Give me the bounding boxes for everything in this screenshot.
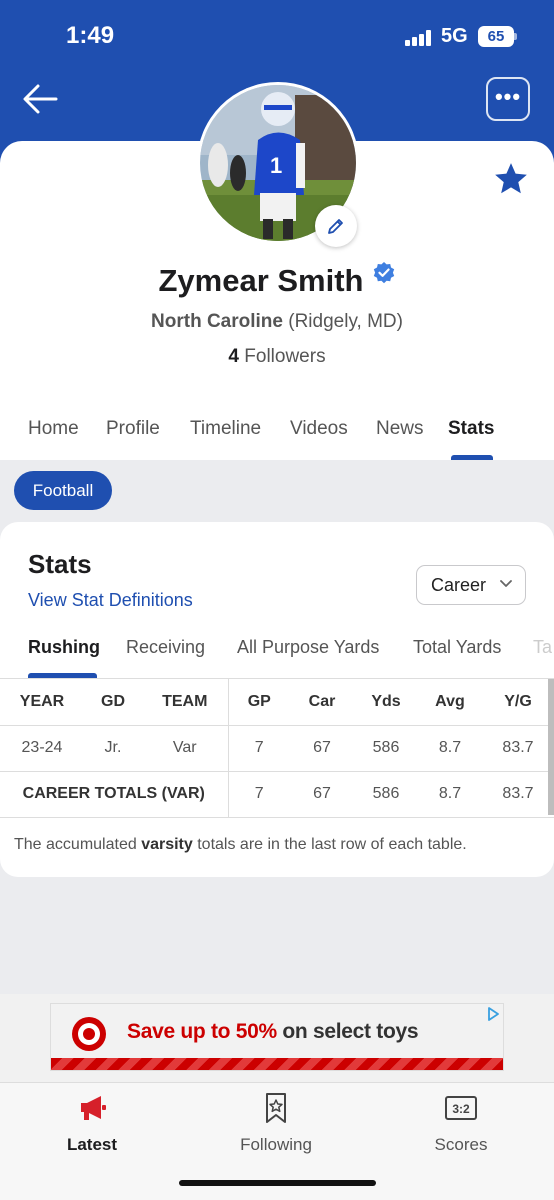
megaphone-icon — [81, 1096, 106, 1120]
battery-icon: 65 — [478, 26, 514, 47]
table-cell: 8.7 — [418, 771, 482, 818]
signal-icon — [405, 30, 433, 46]
ad-text-rest: on select toys — [282, 1020, 419, 1043]
stats-card: Stats View Stat Definitions Career Rushi… — [0, 522, 554, 877]
followers-count: 4 — [228, 346, 239, 367]
career-totals-label: CAREER TOTALS (VAR) — [0, 771, 229, 818]
nav-following-label: Following — [240, 1135, 312, 1154]
sport-filter-button[interactable]: Football — [14, 471, 112, 510]
rushing-stats-table: YEAR GD TEAM GP Car Yds Avg Y/G 23-24 Jr… — [0, 679, 554, 818]
table-cell: 586 — [354, 725, 418, 772]
ellipsis-icon: ••• — [494, 84, 522, 109]
note-suffix: totals are in the last row of each table… — [197, 836, 467, 853]
profile-tabs: Home Profile Timeline Videos News Stats — [0, 414, 554, 460]
subtab-all-purpose-yards[interactable]: All Purpose Yards — [237, 637, 379, 658]
note-bold: varsity — [141, 836, 193, 853]
stats-footnote: The accumulated varsity totals are in th… — [14, 836, 467, 854]
table-cell: 23-24 — [0, 725, 84, 772]
table-cell: Jr. — [84, 725, 142, 772]
bookmark-star-icon — [266, 1093, 286, 1123]
status-time: 1:49 — [66, 22, 115, 49]
stats-title: Stats — [28, 549, 92, 579]
column-header[interactable]: Car — [290, 679, 354, 726]
tab-home[interactable]: Home — [28, 418, 79, 440]
table-cell: 8.7 — [418, 725, 482, 772]
table-scroll-edge[interactable] — [548, 679, 554, 815]
career-totals-row: CAREER TOTALS (VAR) 7 67 586 8.7 83.7 — [0, 771, 554, 818]
school-line: North Caroline (Ridgely, MD) — [0, 311, 554, 333]
column-header[interactable]: GP — [228, 679, 290, 726]
column-header[interactable]: Yds — [354, 679, 418, 726]
nav-latest[interactable]: Latest — [22, 1091, 162, 1155]
nav-following[interactable]: Following — [206, 1091, 346, 1155]
active-tab-indicator — [451, 455, 493, 460]
status-bar: 1:49 5G 65 — [0, 0, 554, 70]
tab-timeline[interactable]: Timeline — [190, 418, 261, 440]
table-cell: 67 — [290, 725, 354, 772]
table-cell: 586 — [354, 771, 418, 818]
nav-scores-label: Scores — [434, 1135, 488, 1154]
home-indicator[interactable] — [179, 1180, 376, 1186]
school-name[interactable]: North Caroline — [151, 311, 283, 332]
table-cell: 67 — [290, 771, 354, 818]
column-header[interactable]: GD — [84, 679, 142, 726]
favorite-button[interactable] — [492, 160, 530, 198]
tab-profile[interactable]: Profile — [106, 418, 160, 440]
table-cell: 83.7 — [482, 725, 554, 772]
column-header[interactable]: YEAR — [0, 679, 84, 726]
ad-stripe — [51, 1058, 503, 1070]
subtab-receiving[interactable]: Receiving — [126, 637, 205, 658]
table-cell: 83.7 — [482, 771, 554, 818]
target-logo-icon — [72, 1017, 106, 1051]
player-name-row: Zymear Smith — [0, 262, 554, 299]
tab-news[interactable]: News — [376, 418, 424, 440]
table-row: 23-24 Jr. Var 7 67 586 8.7 83.7 — [0, 725, 554, 772]
table-header-row: YEAR GD TEAM GP Car Yds Avg Y/G — [0, 679, 554, 726]
followers-line[interactable]: 4 Followers — [0, 346, 554, 368]
table-cell: Var — [142, 725, 229, 772]
nav-latest-label: Latest — [66, 1135, 118, 1154]
subtab-truncated[interactable]: Ta — [533, 637, 552, 658]
back-button[interactable] — [20, 80, 60, 118]
battery-tip — [514, 33, 517, 40]
column-header[interactable]: TEAM — [142, 679, 229, 726]
note-prefix: The accumulated — [14, 836, 137, 853]
svg-text:3:2: 3:2 — [452, 1102, 470, 1116]
svg-text:1: 1 — [270, 153, 282, 178]
chevron-down-icon — [500, 580, 512, 587]
arrow-left-icon — [23, 84, 58, 114]
ad-banner[interactable]: Save up to 50% on select toys — [50, 1003, 504, 1071]
scoreboard-icon: 3:2 — [445, 1096, 477, 1120]
view-stat-definitions-link[interactable]: View Stat Definitions — [28, 590, 193, 611]
pencil-icon — [328, 219, 343, 234]
column-header[interactable]: Avg — [418, 679, 482, 726]
more-options-button[interactable]: ••• — [486, 77, 530, 121]
column-header[interactable]: Y/G — [482, 679, 554, 726]
player-name: Zymear Smith — [158, 263, 364, 298]
edit-photo-button[interactable] — [315, 205, 357, 247]
period-select[interactable]: Career — [416, 565, 526, 605]
table-cell: 7 — [228, 771, 290, 818]
period-select-value: Career — [431, 575, 487, 595]
tab-videos[interactable]: Videos — [290, 418, 348, 440]
nav-scores[interactable]: 3:2 Scores — [391, 1091, 531, 1155]
tab-stats[interactable]: Stats — [448, 418, 494, 440]
stat-category-tabs: Rushing Receiving All Purpose Yards Tota… — [0, 634, 554, 679]
table-cell: 7 — [228, 725, 290, 772]
star-icon — [495, 163, 527, 194]
school-location: (Ridgely, MD) — [288, 311, 403, 332]
subtab-rushing[interactable]: Rushing — [28, 637, 100, 658]
ad-choices-icon[interactable] — [485, 1006, 501, 1022]
network-type: 5G — [441, 25, 468, 47]
followers-label: Followers — [244, 346, 326, 367]
ad-text-highlight: Save up to 50% — [127, 1020, 277, 1043]
subtab-total-yards[interactable]: Total Yards — [413, 637, 501, 658]
ad-text: Save up to 50% on select toys — [127, 1020, 419, 1044]
verified-badge-icon — [373, 262, 394, 284]
